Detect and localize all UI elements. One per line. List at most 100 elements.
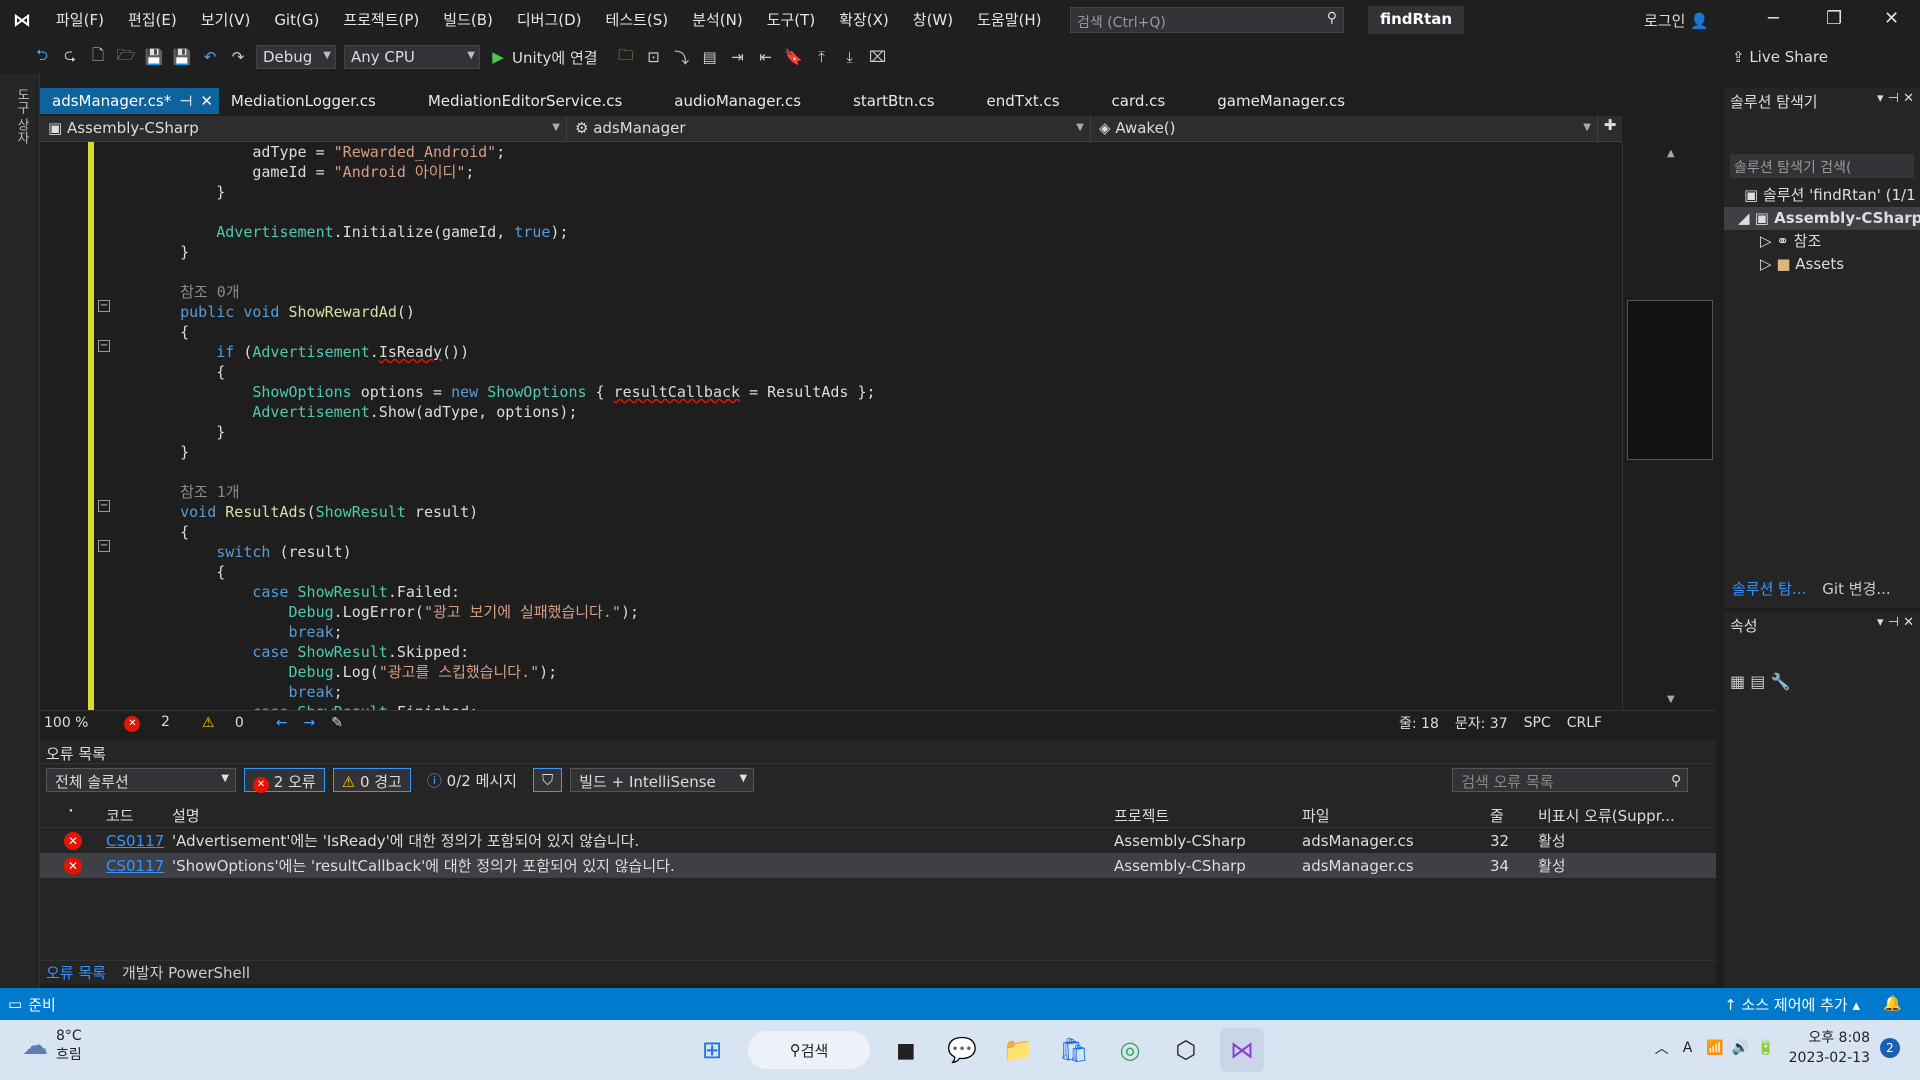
scroll-down-icon[interactable]: ▼ <box>1667 694 1675 705</box>
store-icon[interactable]: 🛍 <box>1052 1028 1096 1072</box>
minimap-viewport[interactable] <box>1627 300 1713 460</box>
col-header-desc[interactable]: 설명 <box>172 805 1114 826</box>
step-icon[interactable]: ⤵ <box>671 46 693 68</box>
forward-icon[interactable]: ⮎ <box>59 46 81 68</box>
spacing-indicator[interactable]: SPC <box>1524 715 1551 731</box>
windows-start-icon[interactable]: ⊞ <box>690 1028 734 1072</box>
code-editor[interactable]: − − − − adType = "Rewarded_Android"; gam… <box>40 142 1622 710</box>
error-search-input[interactable]: 검색 오류 목록 ⚲ <box>1452 768 1689 792</box>
menu-view[interactable]: 보기(V) <box>189 0 263 40</box>
tab-gamemanager[interactable]: gameManager.cs <box>1205 88 1357 114</box>
tree-item-references[interactable]: ▷ ⚭ 참조 <box>1724 230 1920 253</box>
tab-mediationlogger[interactable]: MediationLogger.cs <box>219 88 388 114</box>
config-select[interactable]: Debug ▼ <box>256 45 336 69</box>
new-project-icon[interactable]: 🗋 <box>87 46 109 68</box>
prev-issue-icon[interactable]: ← <box>276 715 288 731</box>
filter-icon[interactable]: ⛉ <box>532 768 563 792</box>
sort-icon[interactable]: ⠁ <box>40 807 106 825</box>
fold-icon[interactable]: − <box>98 500 110 512</box>
member-dropdown[interactable]: ◈ Awake() ▼ <box>1091 116 1598 142</box>
screenshot-icon[interactable]: ⊡ <box>643 46 665 68</box>
open-icon[interactable]: 🗁 <box>115 46 137 68</box>
minimize-icon[interactable]: ─ <box>1768 8 1779 29</box>
menu-analyze[interactable]: 분석(N) <box>680 0 755 40</box>
col-header-line[interactable]: 줄 <box>1490 805 1538 826</box>
tab-endtxt[interactable]: endTxt.cs <box>975 88 1072 114</box>
close-icon[interactable]: ✕ <box>1884 8 1899 29</box>
restore-icon[interactable]: ❐ <box>1826 8 1842 29</box>
folder-icon[interactable]: 🗀 <box>615 46 637 68</box>
pin-icon[interactable]: ⊣ <box>179 92 192 110</box>
outdent-icon[interactable]: ⇤ <box>755 46 777 68</box>
prev-bookmark-icon[interactable]: ⤒ <box>811 46 833 68</box>
solution-search-input[interactable]: 솔루션 탐색기 검색( <box>1730 154 1914 178</box>
taskbar-search[interactable]: ⚲ 검색 <box>748 1031 870 1069</box>
chrome-icon[interactable]: ◎ <box>1108 1028 1152 1072</box>
notification-badge[interactable]: 2 <box>1880 1038 1900 1058</box>
menu-window[interactable]: 창(W) <box>901 0 965 40</box>
task-view-icon[interactable]: ◼ <box>884 1028 928 1072</box>
undo-icon[interactable]: ↶ <box>199 46 221 68</box>
warnings-filter-button[interactable]: ⚠ 0 경고 <box>332 768 411 792</box>
menu-debug[interactable]: 디버그(D) <box>505 0 594 40</box>
errors-filter-button[interactable]: ✕ 2 오류 <box>244 768 325 793</box>
menu-tools[interactable]: 도구(T) <box>755 0 827 40</box>
project-dropdown[interactable]: ▣ Assembly-CSharp ▼ <box>40 116 567 142</box>
ime-icon[interactable]: A <box>1683 1040 1693 1056</box>
messages-filter-button[interactable]: ⓘ 0/2 메시지 <box>419 768 525 792</box>
login-button[interactable]: 로그인 👤 <box>1644 10 1709 31</box>
menu-file[interactable]: 파일(F) <box>44 0 116 40</box>
menu-edit[interactable]: 편집(E) <box>116 0 189 40</box>
fold-icon[interactable]: − <box>98 540 110 552</box>
col-header-suppression[interactable]: 비표시 오류(Suppr... <box>1538 805 1688 826</box>
col-header-project[interactable]: 프로젝트 <box>1114 805 1302 826</box>
table-row[interactable]: ✕ CS0117 'Advertisement'에는 'IsReady'에 대한… <box>40 828 1716 853</box>
menu-project[interactable]: 프로젝트(P) <box>331 0 431 40</box>
line-ending-indicator[interactable]: CRLF <box>1567 715 1602 731</box>
error-code-link[interactable]: CS0117 <box>106 857 172 875</box>
source-select[interactable]: 빌드 + IntelliSense ▼ <box>570 768 755 792</box>
weather-widget[interactable]: ☁ 8°C 흐림 <box>22 1028 82 1064</box>
file-explorer-icon[interactable]: 📁 <box>996 1028 1040 1072</box>
source-control-button[interactable]: ↑ 소스 제어에 추가 ▴ <box>1724 994 1860 1015</box>
fold-icon[interactable]: − <box>98 300 110 312</box>
panel-controls-icon[interactable]: ▾ ⊣ ✕ <box>1877 91 1914 106</box>
close-tab-icon[interactable]: ✕ <box>200 92 213 110</box>
notification-bell-icon[interactable]: 🔔 <box>1883 994 1902 1012</box>
class-dropdown[interactable]: ⚙ adsManager ▼ <box>567 116 1091 142</box>
tab-error-list[interactable]: 오류 목록 <box>46 961 106 984</box>
visual-studio-logo-icon[interactable]: ⋈ <box>0 0 44 40</box>
categorized-icon[interactable]: ▦ <box>1730 672 1745 691</box>
menu-test[interactable]: 테스트(S) <box>594 0 681 40</box>
tab-git-changes[interactable]: Git 변경... <box>1822 578 1890 602</box>
platform-select[interactable]: Any CPU ▼ <box>344 45 480 69</box>
error-count[interactable]: ✕ 2 <box>124 714 185 732</box>
alphabetical-icon[interactable]: ▤ <box>1750 672 1765 691</box>
fold-icon[interactable]: − <box>98 340 110 352</box>
brush-icon[interactable]: ✎ <box>331 715 343 731</box>
tray-overflow-icon[interactable]: ︿ <box>1655 1038 1669 1058</box>
save-icon[interactable]: 💾 <box>143 46 165 68</box>
split-icon[interactable]: ✚ <box>1598 116 1622 141</box>
warning-count[interactable]: ⚠ 0 <box>202 715 260 731</box>
visual-studio-icon[interactable]: ⋈ <box>1220 1028 1264 1072</box>
tree-item-solution[interactable]: ▣ 솔루션 'findRtan' (1/1 <box>1724 184 1920 207</box>
tab-adsmanager[interactable]: adsManager.cs* ⊣ ✕ <box>40 88 219 114</box>
volume-icon[interactable]: 🔊 <box>1732 1040 1749 1056</box>
wifi-icon[interactable]: 📶 <box>1706 1040 1723 1056</box>
indent-icon[interactable]: ⇥ <box>727 46 749 68</box>
save-all-icon[interactable]: 💾 <box>171 46 193 68</box>
bookmark-icon[interactable]: 🔖 <box>783 46 805 68</box>
col-header-code[interactable]: 코드 <box>106 805 172 826</box>
menu-extensions[interactable]: 확장(X) <box>827 0 901 40</box>
tab-card[interactable]: card.cs <box>1100 88 1178 114</box>
tree-item-project[interactable]: ◢ ▣ Assembly-CSharp <box>1724 207 1920 230</box>
scroll-up-icon[interactable]: ▲ <box>1667 148 1675 159</box>
table-row[interactable]: ✕ CS0117 'ShowOptions'에는 'resultCallback… <box>40 853 1716 878</box>
scope-select[interactable]: 전체 솔루션 ▼ <box>46 768 236 792</box>
layout-icon[interactable]: ▤ <box>699 46 721 68</box>
menu-git[interactable]: Git(G) <box>262 0 331 40</box>
tab-startbtn[interactable]: startBtn.cs <box>841 88 946 114</box>
minimap[interactable]: ▲ ▼ <box>1622 142 1716 710</box>
next-issue-icon[interactable]: → <box>304 715 316 731</box>
